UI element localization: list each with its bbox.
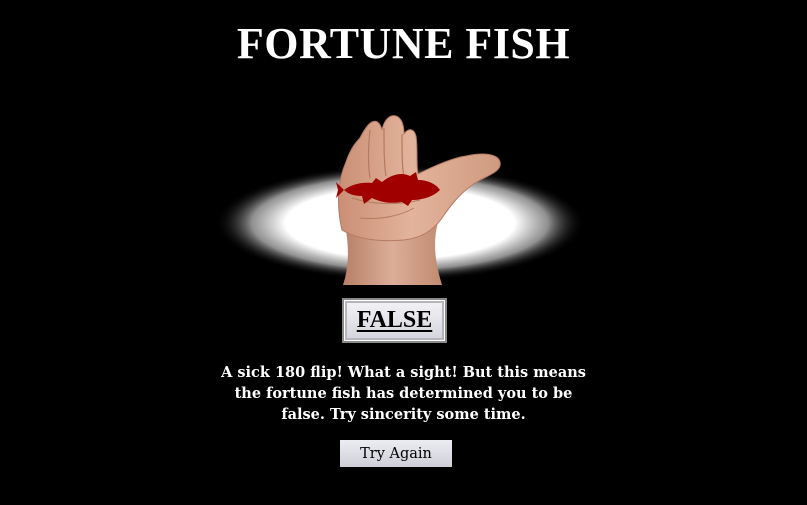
try-again-button[interactable]: Try Again — [340, 440, 452, 467]
hand-image — [215, 115, 585, 285]
hand-stage — [200, 100, 600, 285]
result-label: FALSE — [356, 307, 433, 333]
page-title: FORTUNE FISH — [236, 19, 571, 68]
fortune-fish-page: FORTUNE FISH FALSE A sick 180 flip! What… — [0, 0, 807, 505]
result-badge: FALSE — [342, 298, 447, 343]
result-message: A sick 180 flip! What a sight! But this … — [221, 364, 586, 423]
